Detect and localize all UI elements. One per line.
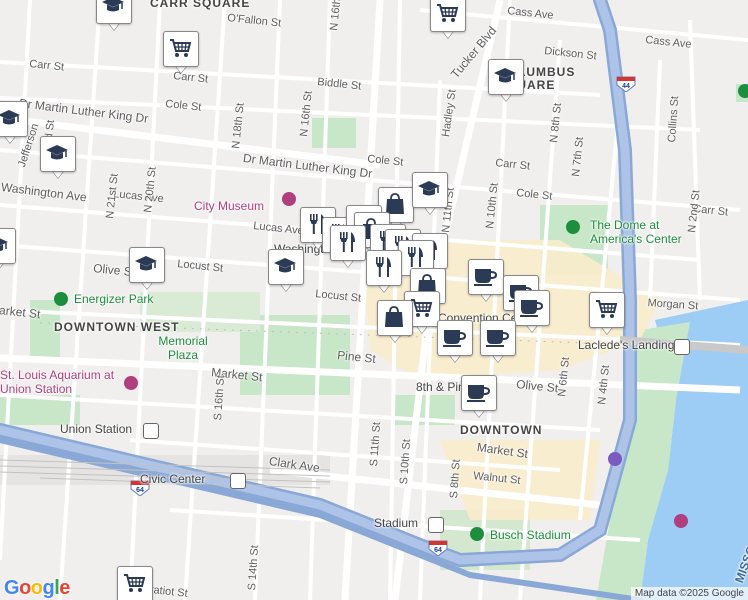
transit-icon [428, 517, 444, 533]
svg-text:64: 64 [434, 547, 442, 554]
school-icon [0, 238, 8, 252]
place-union-station[interactable]: Union Station [60, 422, 132, 436]
interstate-64-shield-east: 64 [428, 540, 448, 556]
place-city-museum[interactable]: City Museum [194, 199, 264, 213]
school-marker[interactable] [268, 249, 304, 293]
svg-text:64: 64 [136, 487, 144, 494]
cafe-marker[interactable] [437, 320, 473, 364]
place-aquarium[interactable]: St. Louis Aquarium at Union Station [0, 368, 120, 396]
restaurant-marker[interactable] [330, 225, 366, 269]
google-logo[interactable]: Google [4, 577, 70, 600]
grocery-marker[interactable] [589, 292, 625, 336]
school-icon [494, 68, 516, 83]
museum-icon [282, 192, 296, 206]
cafe-marker[interactable] [514, 290, 550, 334]
school-marker[interactable] [96, 0, 132, 32]
school-icon [274, 258, 296, 273]
aquarium-icon [124, 376, 138, 390]
interstate-44-shield-north: 44 [616, 76, 636, 92]
transit-icon [230, 473, 246, 489]
shopping-cart-icon [170, 39, 192, 57]
school-marker[interactable] [0, 101, 28, 145]
restaurant-marker[interactable] [366, 250, 402, 294]
cafe-marker[interactable] [480, 320, 516, 364]
fork-knife-icon [408, 247, 423, 267]
place-lacledes-landing[interactable]: Laclede's Landing [578, 338, 674, 352]
cafe-marker[interactable] [468, 259, 504, 303]
school-icon [0, 110, 20, 125]
place-energizer-park[interactable]: Energizer Park [74, 292, 153, 306]
stadium-icon [470, 527, 484, 541]
coffee-cup-icon [467, 385, 491, 402]
shopping-cart-icon [437, 4, 459, 22]
school-marker[interactable] [488, 59, 524, 103]
park-icon [738, 84, 748, 98]
grocery-marker[interactable] [117, 566, 153, 600]
fork-knife-icon [376, 257, 391, 277]
place-busch-stadium[interactable]: Busch Stadium [490, 528, 571, 542]
place-the-dome[interactable]: The Dome at America's Center [590, 218, 710, 246]
school-marker[interactable] [40, 136, 76, 180]
park-icon [54, 292, 68, 306]
venue-icon [566, 220, 580, 234]
place-stadium-station[interactable]: Stadium [374, 516, 418, 530]
school-icon [46, 145, 68, 160]
school-marker[interactable] [129, 247, 165, 291]
coffee-cup-icon [520, 300, 544, 317]
place-memorial-plaza[interactable]: Memorial Plaza [148, 334, 218, 362]
svg-text:44: 44 [622, 83, 630, 90]
coffee-cup-icon [486, 330, 510, 347]
shopping-bag-icon [385, 306, 403, 327]
school-icon [418, 181, 440, 196]
grocery-marker[interactable] [430, 0, 466, 40]
place-civic-center[interactable]: Civic Center [140, 472, 205, 486]
school-marker[interactable] [412, 172, 448, 216]
map-canvas[interactable]: 44 64 64 CARR SQUARE COLUMBUS SQUARE DOW… [0, 0, 748, 600]
shopping-cart-icon [596, 300, 618, 318]
school-icon [102, 0, 124, 12]
school-marker[interactable] [0, 228, 16, 272]
transit-icon [674, 339, 690, 355]
coffee-cup-icon [474, 269, 498, 286]
transit-icon [143, 423, 159, 439]
fork-knife-icon [340, 232, 355, 252]
neighborhood-downtown: DOWNTOWN [460, 423, 543, 437]
arch-icon [608, 452, 622, 466]
neighborhood-carr-square: CARR SQUARE [150, 0, 251, 10]
neighborhood-downtown-west: DOWNTOWN WEST [54, 320, 180, 334]
map-attribution[interactable]: Map data ©2025 Google [630, 587, 748, 600]
coffee-cup-icon [443, 330, 467, 347]
museum-icon [674, 514, 688, 528]
grocery-marker[interactable] [163, 31, 199, 75]
school-icon [135, 256, 157, 271]
shopping-cart-icon [124, 574, 146, 592]
cafe-marker[interactable] [461, 375, 497, 419]
shopping-marker[interactable] [377, 300, 413, 344]
